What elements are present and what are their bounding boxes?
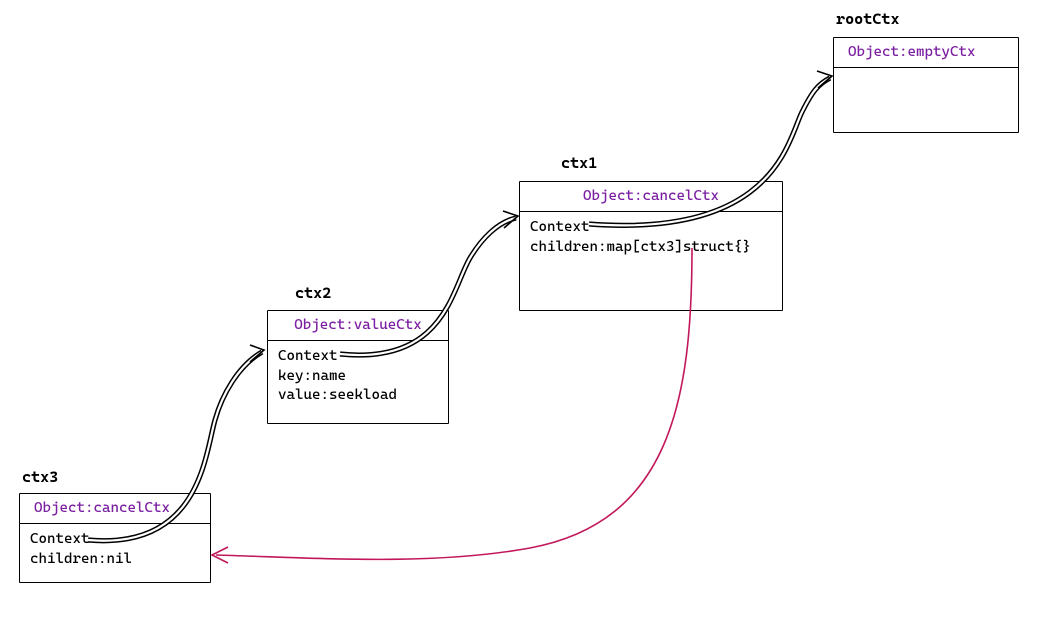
node-header-rootctx: Object:emptyCtx bbox=[834, 38, 1018, 68]
node-ctx1: Object:cancelCtx Context children:map[ct… bbox=[519, 181, 783, 311]
node-ctx3: Object:cancelCtx Context children:nil bbox=[19, 493, 211, 583]
node-header-ctx2: Object:valueCtx bbox=[268, 311, 448, 341]
node-body-ctx3: Context children:nil bbox=[20, 524, 210, 575]
node-header-ctx1: Object:cancelCtx bbox=[520, 182, 782, 212]
node-body-ctx2: Context key:name value:seekload bbox=[268, 341, 448, 412]
node-body-ctx1: Context children:map[ctx3]struct{} bbox=[520, 212, 782, 263]
node-title-ctx3: ctx3 bbox=[22, 468, 58, 486]
node-body-rootctx bbox=[834, 68, 1018, 80]
node-ctx2: Object:valueCtx Context key:name value:s… bbox=[267, 310, 449, 424]
node-title-rootctx: rootCtx bbox=[836, 10, 900, 28]
node-title-ctx1: ctx1 bbox=[561, 154, 597, 172]
node-header-ctx3: Object:cancelCtx bbox=[20, 494, 210, 524]
node-rootctx: Object:emptyCtx bbox=[833, 37, 1019, 133]
node-title-ctx2: ctx2 bbox=[295, 284, 331, 302]
